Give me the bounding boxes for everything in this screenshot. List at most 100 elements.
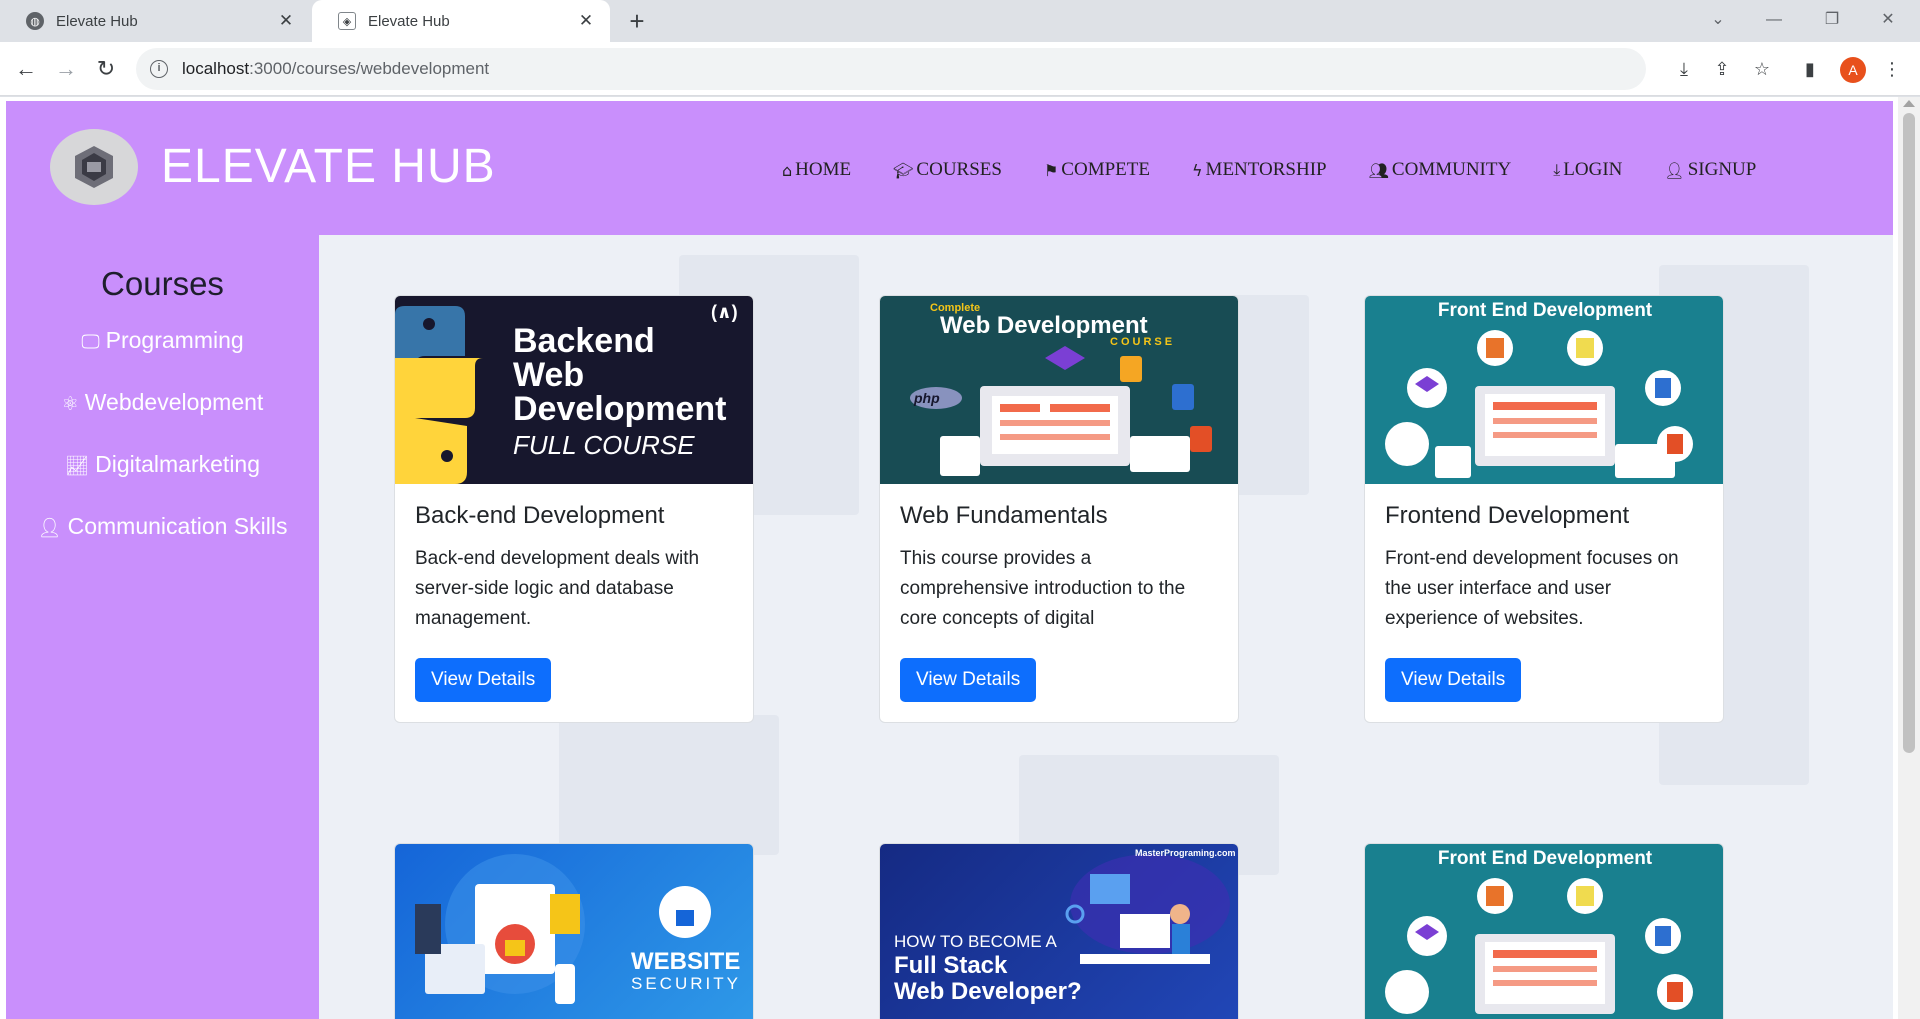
course-thumbnail[interactable]: Backend Web Development FULL COURSE (∧): [395, 296, 753, 484]
frontend-illustration: [1385, 330, 1693, 478]
freecodecamp-logo-icon: (∧): [711, 302, 738, 322]
course-card: Front End Development: [1364, 843, 1724, 1019]
thumbnail-text: Web: [513, 356, 585, 394]
course-thumbnail[interactable]: Front End Development: [1365, 844, 1723, 1019]
thumbnail-text: Backend: [513, 322, 655, 360]
browser-tab-active[interactable]: ◈ Elevate Hub ✕: [312, 0, 610, 42]
tab-search-icon[interactable]: ⌄: [1696, 0, 1740, 40]
sidebar-item-communication-skills[interactable]: 👤︎ Communication Skills: [6, 513, 319, 540]
sidebar-item-digitalmarketing[interactable]: 📈︎ Digitalmarketing: [6, 451, 319, 478]
share-icon[interactable]: ⇪: [1710, 57, 1734, 81]
course-thumbnail[interactable]: Front End Development: [1365, 296, 1723, 484]
main-nav: ⌂ HOME 🎓︎ COURSES ⚑ COMPETE ϟ MENTORSHIP 👥︎ C…: [782, 159, 1798, 181]
address-bar[interactable]: i localhost:3000/courses/webdevelopment: [136, 48, 1646, 90]
site-logo[interactable]: [50, 129, 138, 205]
sidebar-title: Courses: [101, 265, 224, 302]
profile-avatar[interactable]: A: [1840, 57, 1866, 83]
forward-icon[interactable]: →: [52, 55, 80, 83]
info-icon[interactable]: i: [150, 60, 168, 78]
users-icon: 👥︎: [1368, 160, 1389, 180]
nav-login[interactable]: ⤓ LOGIN: [1553, 159, 1622, 181]
install-icon[interactable]: ⤓: [1672, 57, 1696, 81]
nav-compete[interactable]: ⚑ COMPETE: [1044, 159, 1150, 181]
nav-courses[interactable]: 🎓︎ COURSES: [893, 159, 1002, 181]
minimize-icon[interactable]: —: [1752, 0, 1796, 40]
course-card: Front End Development Frontend Developme…: [1364, 295, 1724, 723]
page-scrollbar[interactable]: [1898, 97, 1920, 1019]
thumbnail-text: Web Developer?: [894, 978, 1082, 1005]
thumbnail-text: MasterPrograming.com: [1135, 848, 1236, 858]
course-description: Front-end development focuses on the use…: [1385, 548, 1679, 629]
browser-tab-strip: ◍ Elevate Hub ✕ ◈ Elevate Hub ✕ + ⌄ — ❐ …: [0, 0, 1920, 42]
window-close-icon[interactable]: ✕: [1866, 0, 1910, 40]
course-title: Frontend Development: [1385, 502, 1630, 529]
scroll-up-icon[interactable]: [1903, 100, 1915, 107]
course-thumbnail[interactable]: MasterPrograming.com HOW TO BECOME A Ful…: [880, 844, 1238, 1019]
bolt-icon: ϟ: [1191, 160, 1203, 180]
close-icon[interactable]: ✕: [576, 11, 596, 31]
course-title: Back-end Development: [415, 502, 665, 529]
bookmark-star-icon[interactable]: ☆: [1750, 57, 1774, 81]
view-details-button[interactable]: View Details: [900, 658, 1037, 702]
browser-toolbar: ← → ↻ i localhost:3000/courses/webdevelo…: [0, 42, 1920, 96]
course-thumbnail[interactable]: WEBSITE SECURITY: [395, 844, 753, 1019]
frontend-illustration: [1385, 878, 1693, 1014]
nav-community[interactable]: 👥︎ COMMUNITY: [1369, 159, 1512, 181]
scrollbar-thumb[interactable]: [1903, 113, 1915, 753]
reload-icon[interactable]: ↻: [92, 55, 120, 83]
brand-title[interactable]: ELEVATE HUB: [161, 139, 496, 194]
logo-emblem-icon: [75, 146, 113, 188]
site-header: ELEVATE HUB ⌂ HOME 🎓︎ COURSES ⚑ COMPETE ϟ ME…: [6, 101, 1893, 235]
thumbnail-text: Development: [513, 390, 727, 428]
background-decoration: [559, 715, 779, 855]
course-description: This course provides a comprehensive int…: [900, 548, 1186, 629]
graduation-cap-icon: 🎓︎: [893, 160, 914, 180]
thumbnail-text: Front End Development: [1437, 300, 1653, 321]
site-favicon-icon: ◈: [338, 12, 356, 30]
course-card: Backend Web Development FULL COURSE (∧) …: [394, 295, 754, 723]
view-details-button[interactable]: View Details: [415, 658, 552, 702]
thumbnail-text: SECURITY: [631, 974, 741, 993]
course-grid: Backend Web Development FULL COURSE (∧) …: [319, 235, 1893, 1019]
monitor-icon: 🖵: [81, 331, 100, 353]
course-card: WEBSITE SECURITY: [394, 843, 754, 1019]
view-details-button[interactable]: View Details: [1385, 658, 1522, 702]
thumbnail-text: Front End Development: [1437, 848, 1653, 869]
page-viewport: ELEVATE HUB ⌂ HOME 🎓︎ COURSES ⚑ COMPETE ϟ ME…: [0, 97, 1920, 1019]
course-card: MasterPrograming.com HOW TO BECOME A Ful…: [879, 843, 1239, 1019]
thumbnail-text: COURSE: [1110, 336, 1176, 348]
tab-title: Elevate Hub: [368, 12, 450, 30]
menu-icon[interactable]: ⋮: [1880, 57, 1904, 81]
thumbnail-text: WEBSITE: [631, 948, 741, 975]
course-title: Web Fundamentals: [900, 502, 1108, 529]
thumbnail-text: Full Stack: [894, 952, 1008, 979]
course-description: Back-end development deals with server-s…: [415, 548, 700, 629]
globe-icon: ◍: [26, 12, 44, 30]
thumbnail-text: HOW TO BECOME A: [894, 932, 1057, 951]
close-icon[interactable]: ✕: [276, 11, 296, 31]
back-icon[interactable]: ←: [12, 55, 40, 83]
home-icon: ⌂: [782, 160, 793, 180]
course-sidebar: Courses 🖵 Programming ⚛ Webdevelopment 📈︎ D…: [6, 235, 319, 1019]
course-thumbnail[interactable]: Complete Web Development COURSE php: [880, 296, 1238, 484]
nav-home[interactable]: ⌂ HOME: [782, 159, 851, 181]
new-tab-icon[interactable]: +: [622, 6, 652, 36]
trending-up-icon: 📈︎: [64, 455, 90, 477]
user-plus-icon: 👤︎: [1664, 160, 1685, 180]
thumbnail-text: php: [914, 390, 940, 406]
side-panel-icon[interactable]: ▮: [1798, 57, 1822, 81]
browser-tab[interactable]: ◍ Elevate Hub ✕: [0, 0, 310, 42]
thumbnail-text: FULL COURSE: [513, 430, 695, 460]
url-text: localhost:3000/courses/webdevelopment: [182, 59, 490, 78]
nav-signup[interactable]: 👤︎ SIGNUP: [1664, 159, 1756, 181]
atom-icon: ⚛: [61, 393, 79, 415]
tab-title: Elevate Hub: [56, 12, 138, 30]
download-icon: ⤓: [1553, 160, 1561, 179]
restore-icon[interactable]: ❐: [1810, 0, 1854, 40]
flag-icon: ⚑: [1043, 160, 1059, 180]
sidebar-item-programming[interactable]: 🖵 Programming: [6, 327, 319, 354]
user-icon: 👤︎: [37, 517, 62, 539]
sidebar-item-webdevelopment[interactable]: ⚛ Webdevelopment: [6, 389, 319, 416]
nav-mentorship[interactable]: ϟ MENTORSHIP: [1192, 159, 1327, 181]
course-card: Complete Web Development COURSE php Web …: [879, 295, 1239, 723]
